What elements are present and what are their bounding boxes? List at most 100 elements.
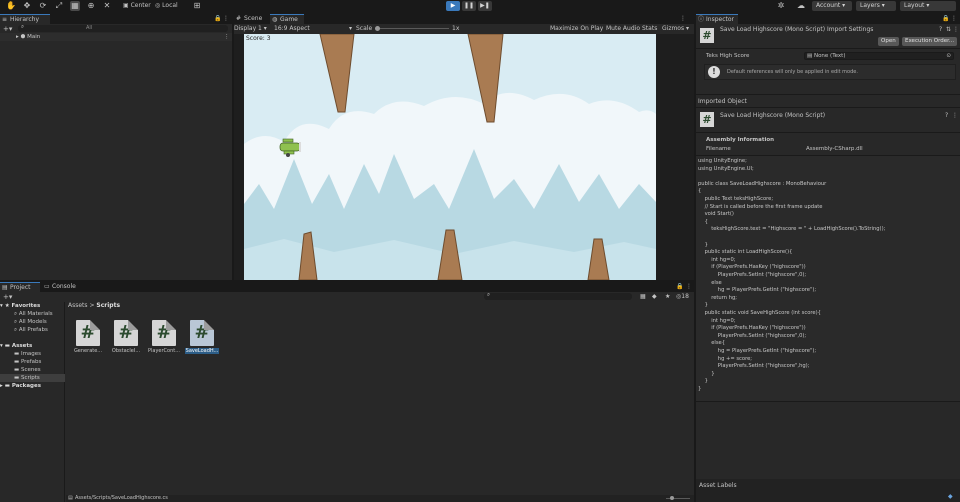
gizmos-toggle[interactable]: Gizmos — [662, 25, 684, 32]
scale-slider-handle[interactable] — [375, 26, 380, 31]
code-line: PlayerPrefs.SetInt ("highscore",0); — [698, 272, 807, 278]
project-tabbar: ▤ Project ▭ Console 🔒 ⋮ — [0, 282, 694, 292]
add-asset-icon[interactable]: +▾ — [3, 293, 12, 301]
layout-dropdown[interactable]: Layout ▾ — [900, 1, 956, 11]
script-file[interactable]: # Generate... — [71, 320, 105, 354]
icon-size-slider-handle[interactable] — [670, 496, 674, 500]
script-file-selected[interactable]: # SaveLoadH... — [185, 320, 219, 354]
code-line: hg += score; — [698, 355, 753, 362]
game-canvas[interactable] — [244, 34, 656, 280]
tab-scene[interactable]: # Scene — [234, 14, 268, 24]
assembly-info-label: Assembly Information — [706, 137, 775, 143]
code-line: return hg; — [698, 294, 738, 301]
help-icon[interactable]: ? — [945, 112, 948, 119]
favorites-section[interactable]: ▾ ★ Favorites — [0, 302, 40, 310]
layers-dropdown[interactable]: Layers ▾ — [856, 1, 896, 11]
item-menu-icon[interactable]: ⋮ — [224, 33, 230, 41]
icon-size-slider[interactable] — [666, 496, 690, 500]
execution-order-button[interactable]: Execution Order... — [902, 37, 958, 46]
maximize-on-play-toggle[interactable]: Maximize On Play — [550, 25, 603, 32]
pivot-local-toggle[interactable]: ◎ Local — [153, 1, 180, 11]
grid-snap-icon[interactable]: ⊞ — [192, 1, 202, 11]
chevron-down-icon: ▾ — [0, 343, 3, 349]
tab-console[interactable]: ▭ Console — [42, 282, 82, 292]
tab-project[interactable]: ▤ Project — [0, 282, 40, 292]
kebab-menu-icon[interactable]: ⋮ — [223, 15, 229, 22]
kebab-menu-icon[interactable]: ⋮ — [953, 26, 959, 33]
scale-tool-icon[interactable]: ⤢ — [54, 1, 64, 11]
account-dropdown[interactable]: Account ▾ — [812, 1, 852, 11]
rotate-tool-icon[interactable]: ⟳ — [38, 1, 48, 11]
custom-tool-icon[interactable]: ✕ — [102, 1, 112, 11]
hierarchy-panel: +▾ ⌕ All ▸ ⬢ Main ⋮ — [0, 24, 232, 280]
mute-audio-toggle[interactable]: Mute Audio — [606, 25, 640, 32]
kebab-menu-icon[interactable]: ⋮ — [951, 15, 957, 22]
project-footer: ▤ Assets/Scripts/SaveLoadHighscore.cs — [66, 495, 694, 502]
code-line: hg = PlayerPrefs.GetInt ("highscore"); — [698, 348, 817, 354]
breadcrumb-root[interactable]: Assets — [68, 302, 88, 309]
project-search-input[interactable]: ⌕ — [484, 292, 632, 300]
chevron-down-icon[interactable]: ▾ — [686, 25, 689, 32]
open-button[interactable]: Open — [878, 37, 899, 46]
folder-item[interactable]: ▬ Prefabs — [14, 358, 41, 366]
breadcrumb-current[interactable]: Scripts — [96, 302, 120, 309]
kebab-menu-icon[interactable]: ⋮ — [952, 112, 958, 119]
inspector-tabbar: ⓘ Inspector 🔒 ⋮ — [696, 14, 960, 24]
teks-high-score-field[interactable]: ▤ None (Text) ⊙ — [804, 52, 954, 60]
aspect-dropdown[interactable]: 16:9 Aspect ▾ — [274, 25, 352, 32]
kebab-menu-icon[interactable]: ⋮ — [680, 15, 686, 22]
divider — [696, 132, 960, 133]
pause-button[interactable]: ❚❚ — [462, 1, 476, 11]
settings-icon[interactable]: ⇅ — [946, 26, 951, 33]
play-button[interactable]: ▶ — [446, 1, 460, 11]
script-file[interactable]: # PlayerCont... — [147, 320, 181, 354]
pivot-center-toggle[interactable]: ▣ Center — [121, 1, 153, 11]
code-line: } — [698, 386, 702, 392]
script-file[interactable]: # ObstacleI... — [109, 320, 143, 354]
favorites-item[interactable]: ⌕ All Models — [14, 318, 47, 326]
hierarchy-search-input[interactable]: ⌕ All — [18, 24, 228, 32]
code-line: else — [698, 279, 722, 286]
lock-icon[interactable]: 🔒 — [214, 15, 221, 22]
star-icon: ★ — [4, 303, 10, 309]
move-tool-icon[interactable]: ✥ — [22, 1, 32, 11]
services-icon[interactable]: ✲ — [776, 1, 786, 11]
step-button[interactable]: ▶❚ — [478, 1, 492, 11]
lock-icon[interactable]: 🔒 — [942, 15, 949, 22]
transform-tool-icon[interactable]: ⊕ — [86, 1, 96, 11]
tab-inspector[interactable]: ⓘ Inspector — [696, 14, 738, 24]
code-line: public static void SaveHighScore (int sc… — [698, 310, 821, 316]
hand-tool-icon[interactable]: ✋ — [6, 1, 16, 11]
display-dropdown[interactable]: Display 1 ▾ — [234, 25, 267, 32]
rect-tool-icon[interactable]: ▦ — [70, 1, 80, 11]
tab-game[interactable]: ◍ Game — [270, 14, 304, 24]
help-icon[interactable]: ? — [939, 26, 942, 33]
filter-type-icon[interactable]: ▦ — [640, 293, 646, 300]
console-icon: ▭ — [44, 283, 50, 290]
cloud-icon[interactable]: ☁ — [796, 1, 806, 11]
add-icon[interactable]: +▾ — [3, 25, 12, 33]
scene-icon: # — [236, 15, 242, 22]
folder-item-selected[interactable]: ▬ Scripts — [0, 374, 65, 382]
search-icon: ⌕ — [14, 327, 18, 333]
favorites-item[interactable]: ⌕ All Materials — [14, 310, 53, 318]
hierarchy-item-main[interactable]: ▸ ⬢ Main ⋮ — [0, 33, 232, 41]
object-picker-icon[interactable]: ⊙ — [946, 53, 951, 60]
folder-icon: ▬ — [14, 375, 20, 381]
tab-hierarchy[interactable]: ≡ Hierarchy — [0, 14, 50, 24]
tag-icon[interactable]: ◆ — [948, 493, 953, 500]
code-line: using UnityEngine.UI; — [698, 165, 754, 172]
folder-item[interactable]: ▬ Scenes — [14, 366, 41, 374]
scale-slider[interactable] — [375, 26, 449, 31]
folder-item[interactable]: ▬ Images — [14, 350, 41, 358]
lock-icon[interactable]: 🔒 — [676, 283, 683, 290]
csharp-script-icon: # — [700, 112, 714, 127]
stats-toggle[interactable]: Stats — [642, 25, 657, 32]
favorites-item[interactable]: ⌕ All Prefabs — [14, 326, 48, 334]
hidden-count-badge[interactable]: ◎18 — [676, 293, 689, 300]
assets-section[interactable]: ▾ ▬ Assets — [0, 342, 32, 350]
packages-section[interactable]: ▸ ▬ Packages — [0, 382, 41, 390]
favorite-star-icon[interactable]: ★ — [665, 293, 670, 300]
label-icon[interactable]: ◆ — [652, 293, 657, 300]
kebab-menu-icon[interactable]: ⋮ — [686, 283, 692, 290]
